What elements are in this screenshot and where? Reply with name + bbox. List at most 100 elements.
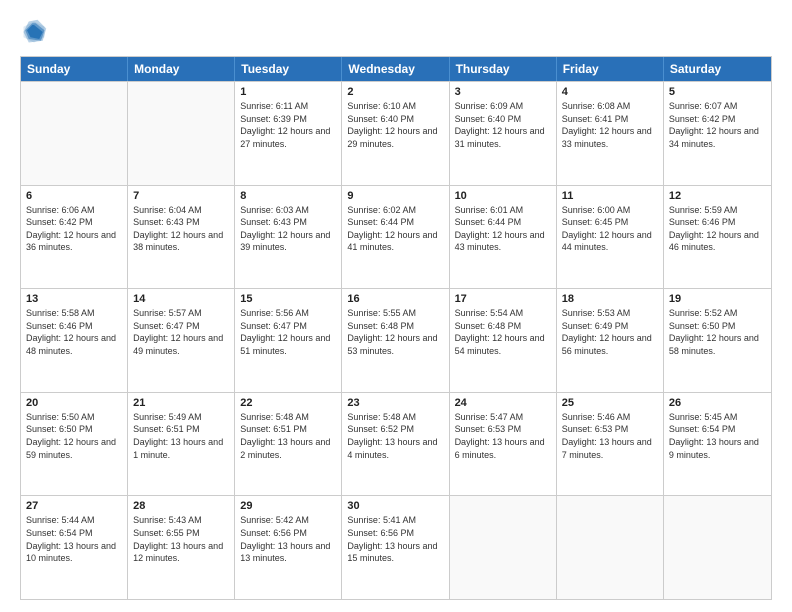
day-cell-9: 9 Sunrise: 6:02 AM Sunset: 6:44 PM Daylig… <box>342 186 449 289</box>
day-cell-28: 28 Sunrise: 5:43 AM Sunset: 6:55 PM Dayli… <box>128 496 235 599</box>
day-info: Sunrise: 6:10 AM Sunset: 6:40 PM Dayligh… <box>347 100 443 150</box>
day-number: 8 <box>240 190 336 202</box>
day-cell-17: 17 Sunrise: 5:54 AM Sunset: 6:48 PM Dayli… <box>450 289 557 392</box>
day-info: Sunrise: 5:44 AM Sunset: 6:54 PM Dayligh… <box>26 514 122 564</box>
day-info: Sunrise: 5:43 AM Sunset: 6:55 PM Dayligh… <box>133 514 229 564</box>
day-cell-empty-4 <box>450 496 557 599</box>
header-day-friday: Friday <box>557 57 664 81</box>
week-row-2: 13 Sunrise: 5:58 AM Sunset: 6:46 PM Dayli… <box>21 288 771 392</box>
day-cell-18: 18 Sunrise: 5:53 AM Sunset: 6:49 PM Dayli… <box>557 289 664 392</box>
day-cell-empty-0 <box>21 82 128 185</box>
day-info: Sunrise: 5:52 AM Sunset: 6:50 PM Dayligh… <box>669 307 766 357</box>
day-cell-22: 22 Sunrise: 5:48 AM Sunset: 6:51 PM Dayli… <box>235 393 342 496</box>
day-number: 15 <box>240 293 336 305</box>
week-row-0: 1 Sunrise: 6:11 AM Sunset: 6:39 PM Daylig… <box>21 81 771 185</box>
header-day-saturday: Saturday <box>664 57 771 81</box>
day-cell-24: 24Sunrise: 5:47 AM Sunset: 6:53 PM Dayli… <box>450 393 557 496</box>
calendar-body: 1 Sunrise: 6:11 AM Sunset: 6:39 PM Daylig… <box>21 81 771 599</box>
day-number: 18 <box>562 293 658 305</box>
day-cell-21: 21 Sunrise: 5:49 AM Sunset: 6:51 PM Dayli… <box>128 393 235 496</box>
day-number: 12 <box>669 190 766 202</box>
day-cell-20: 20 Sunrise: 5:50 AM Sunset: 6:50 PM Dayli… <box>21 393 128 496</box>
day-number: 21 <box>133 397 229 409</box>
day-info: Sunrise: 5:53 AM Sunset: 6:49 PM Dayligh… <box>562 307 658 357</box>
day-info: Sunrise: 6:02 AM Sunset: 6:44 PM Dayligh… <box>347 204 443 254</box>
day-info: Sunrise: 5:48 AM Sunset: 6:52 PM Dayligh… <box>347 411 443 461</box>
week-row-1: 6Sunrise: 6:06 AM Sunset: 6:42 PM Daylig… <box>21 185 771 289</box>
day-cell-4: 4 Sunrise: 6:08 AM Sunset: 6:41 PM Daylig… <box>557 82 664 185</box>
day-number: 6 <box>26 190 122 202</box>
day-cell-15: 15 Sunrise: 5:56 AM Sunset: 6:47 PM Dayli… <box>235 289 342 392</box>
header-day-thursday: Thursday <box>450 57 557 81</box>
day-cell-27: 27 Sunrise: 5:44 AM Sunset: 6:54 PM Dayli… <box>21 496 128 599</box>
day-cell-5: 5Sunrise: 6:07 AM Sunset: 6:42 PM Daylig… <box>664 82 771 185</box>
day-number: 19 <box>669 293 766 305</box>
day-info: Sunrise: 5:46 AM Sunset: 6:53 PM Dayligh… <box>562 411 658 461</box>
day-number: 17 <box>455 293 551 305</box>
day-number: 28 <box>133 500 229 512</box>
day-number: 3 <box>455 86 551 98</box>
day-cell-7: 7Sunrise: 6:04 AM Sunset: 6:43 PM Daylig… <box>128 186 235 289</box>
header <box>20 18 772 46</box>
day-cell-empty-5 <box>557 496 664 599</box>
day-info: Sunrise: 5:54 AM Sunset: 6:48 PM Dayligh… <box>455 307 551 357</box>
day-cell-13: 13 Sunrise: 5:58 AM Sunset: 6:46 PM Dayli… <box>21 289 128 392</box>
day-cell-1: 1 Sunrise: 6:11 AM Sunset: 6:39 PM Daylig… <box>235 82 342 185</box>
logo <box>20 18 52 46</box>
day-info: Sunrise: 6:07 AM Sunset: 6:42 PM Dayligh… <box>669 100 766 150</box>
day-number: 10 <box>455 190 551 202</box>
day-info: Sunrise: 5:49 AM Sunset: 6:51 PM Dayligh… <box>133 411 229 461</box>
day-cell-2: 2Sunrise: 6:10 AM Sunset: 6:40 PM Daylig… <box>342 82 449 185</box>
day-info: Sunrise: 6:08 AM Sunset: 6:41 PM Dayligh… <box>562 100 658 150</box>
day-info: Sunrise: 5:56 AM Sunset: 6:47 PM Dayligh… <box>240 307 336 357</box>
day-cell-14: 14 Sunrise: 5:57 AM Sunset: 6:47 PM Dayli… <box>128 289 235 392</box>
day-number: 13 <box>26 293 122 305</box>
day-number: 9 <box>347 190 443 202</box>
day-number: 16 <box>347 293 443 305</box>
day-number: 25 <box>562 397 658 409</box>
day-number: 20 <box>26 397 122 409</box>
day-info: Sunrise: 5:50 AM Sunset: 6:50 PM Dayligh… <box>26 411 122 461</box>
day-number: 11 <box>562 190 658 202</box>
day-cell-26: 26 Sunrise: 5:45 AM Sunset: 6:54 PM Dayli… <box>664 393 771 496</box>
day-cell-12: 12 Sunrise: 5:59 AM Sunset: 6:46 PM Dayli… <box>664 186 771 289</box>
day-number: 30 <box>347 500 443 512</box>
day-cell-empty-6 <box>664 496 771 599</box>
day-cell-23: 23 Sunrise: 5:48 AM Sunset: 6:52 PM Dayli… <box>342 393 449 496</box>
day-number: 4 <box>562 86 658 98</box>
calendar: SundayMondayTuesdayWednesdayThursdayFrid… <box>20 56 772 600</box>
day-number: 24 <box>455 397 551 409</box>
day-number: 26 <box>669 397 766 409</box>
day-cell-8: 8Sunrise: 6:03 AM Sunset: 6:43 PM Daylig… <box>235 186 342 289</box>
day-info: Sunrise: 5:57 AM Sunset: 6:47 PM Dayligh… <box>133 307 229 357</box>
page: SundayMondayTuesdayWednesdayThursdayFrid… <box>0 0 792 612</box>
day-info: Sunrise: 5:55 AM Sunset: 6:48 PM Dayligh… <box>347 307 443 357</box>
day-info: Sunrise: 5:41 AM Sunset: 6:56 PM Dayligh… <box>347 514 443 564</box>
day-number: 27 <box>26 500 122 512</box>
header-day-monday: Monday <box>128 57 235 81</box>
calendar-header: SundayMondayTuesdayWednesdayThursdayFrid… <box>21 57 771 81</box>
day-cell-3: 3Sunrise: 6:09 AM Sunset: 6:40 PM Daylig… <box>450 82 557 185</box>
logo-icon <box>20 18 48 46</box>
day-info: Sunrise: 5:48 AM Sunset: 6:51 PM Dayligh… <box>240 411 336 461</box>
day-info: Sunrise: 5:58 AM Sunset: 6:46 PM Dayligh… <box>26 307 122 357</box>
day-cell-30: 30 Sunrise: 5:41 AM Sunset: 6:56 PM Dayli… <box>342 496 449 599</box>
header-day-tuesday: Tuesday <box>235 57 342 81</box>
day-info: Sunrise: 6:01 AM Sunset: 6:44 PM Dayligh… <box>455 204 551 254</box>
day-cell-19: 19 Sunrise: 5:52 AM Sunset: 6:50 PM Dayli… <box>664 289 771 392</box>
day-number: 14 <box>133 293 229 305</box>
day-info: Sunrise: 5:59 AM Sunset: 6:46 PM Dayligh… <box>669 204 766 254</box>
day-number: 29 <box>240 500 336 512</box>
day-info: Sunrise: 6:11 AM Sunset: 6:39 PM Dayligh… <box>240 100 336 150</box>
header-day-wednesday: Wednesday <box>342 57 449 81</box>
day-cell-10: 10 Sunrise: 6:01 AM Sunset: 6:44 PM Dayli… <box>450 186 557 289</box>
header-day-sunday: Sunday <box>21 57 128 81</box>
day-number: 23 <box>347 397 443 409</box>
day-info: Sunrise: 6:04 AM Sunset: 6:43 PM Dayligh… <box>133 204 229 254</box>
day-cell-16: 16 Sunrise: 5:55 AM Sunset: 6:48 PM Dayli… <box>342 289 449 392</box>
day-cell-11: 11 Sunrise: 6:00 AM Sunset: 6:45 PM Dayli… <box>557 186 664 289</box>
day-number: 1 <box>240 86 336 98</box>
day-info: Sunrise: 6:00 AM Sunset: 6:45 PM Dayligh… <box>562 204 658 254</box>
day-number: 22 <box>240 397 336 409</box>
day-info: Sunrise: 5:45 AM Sunset: 6:54 PM Dayligh… <box>669 411 766 461</box>
